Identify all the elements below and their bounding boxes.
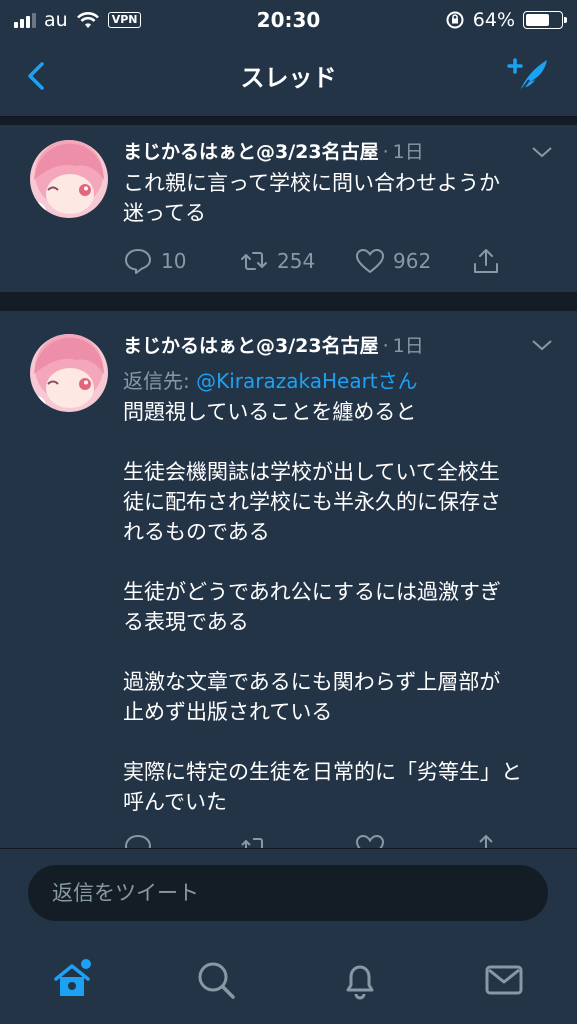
status-right: 64% [445, 9, 567, 31]
tweet-time: 1日 [392, 141, 424, 163]
retweet-icon [241, 838, 263, 848]
nav-bar: スレッド [0, 38, 577, 117]
retweet-button[interactable] [239, 833, 355, 848]
share-icon [474, 249, 498, 273]
retweet-icon [241, 252, 267, 270]
reply-count: 10 [161, 249, 187, 273]
tweet-header: まじかるはぁと@3/23名古屋 · 1日 [123, 331, 517, 358]
reply-to: 返信先: @KirarazakaHeartさん [123, 365, 418, 394]
avatar[interactable] [30, 334, 108, 412]
home-icon[interactable] [50, 958, 94, 1002]
separator-dot: · [382, 141, 389, 163]
like-count: 962 [393, 249, 432, 273]
reply-icon [125, 249, 151, 274]
messages-icon[interactable] [482, 958, 526, 1002]
reply-button[interactable]: 10 [123, 247, 239, 275]
tweet-actions [123, 833, 577, 848]
chevron-down-icon[interactable] [531, 145, 553, 159]
share-icon [479, 834, 493, 848]
notifications-icon[interactable] [338, 958, 382, 1002]
reply-icon [124, 834, 152, 848]
avatar[interactable] [30, 140, 108, 218]
tweet-text: これ親に言って学校に問い合わせようか 迷ってる [123, 171, 500, 225]
tweet-actions: 10 254 962 [123, 247, 577, 275]
status-bar: au VPN 20:30 64% [0, 0, 577, 38]
author-name[interactable]: まじかるはぁと@3/23名古屋 [123, 137, 379, 164]
heart-icon [355, 834, 385, 848]
orientation-lock-icon [446, 11, 464, 29]
reply-to-label: 返信先: [123, 369, 197, 393]
heart-icon [356, 249, 384, 273]
like-button[interactable] [355, 833, 471, 848]
tweet-text: 問題視していることを纏めると 生徒会機関誌は学校が出していて全校生 徒に配布され… [123, 400, 522, 814]
tab-bar [0, 940, 577, 1024]
retweet-count: 254 [277, 249, 316, 273]
reply-input[interactable]: 返信をツイート [28, 865, 548, 921]
separator-dot: · [382, 335, 389, 357]
share-button[interactable] [471, 247, 577, 275]
like-button[interactable]: 962 [355, 247, 471, 275]
tweet-time: 1日 [392, 335, 424, 357]
reply-to-handle[interactable]: @KirarazakaHeartさん [196, 369, 418, 393]
tweet-header: まじかるはぁと@3/23名古屋 · 1日 [123, 137, 517, 164]
tweet[interactable]: まじかるはぁと@3/23名古屋 · 1日 返信先: @KirarazakaHea… [0, 311, 577, 848]
divider [0, 292, 577, 311]
retweet-button[interactable]: 254 [239, 247, 355, 275]
tweet[interactable]: まじかるはぁと@3/23名古屋 · 1日 これ親に言って学校に問い合わせようか … [0, 125, 577, 292]
divider [0, 117, 577, 125]
share-button[interactable] [471, 833, 577, 848]
author-name[interactable]: まじかるはぁと@3/23名古屋 [123, 331, 379, 358]
chevron-down-icon[interactable] [531, 338, 553, 352]
search-icon[interactable] [194, 958, 238, 1002]
battery-icon [523, 11, 567, 29]
reply-compose-bar: 返信をツイート [0, 848, 577, 941]
page-title: スレッド [240, 64, 337, 92]
battery-percent: 64% [472, 9, 515, 31]
reply-button[interactable] [123, 833, 239, 848]
compose-tweet-button[interactable] [505, 54, 551, 98]
